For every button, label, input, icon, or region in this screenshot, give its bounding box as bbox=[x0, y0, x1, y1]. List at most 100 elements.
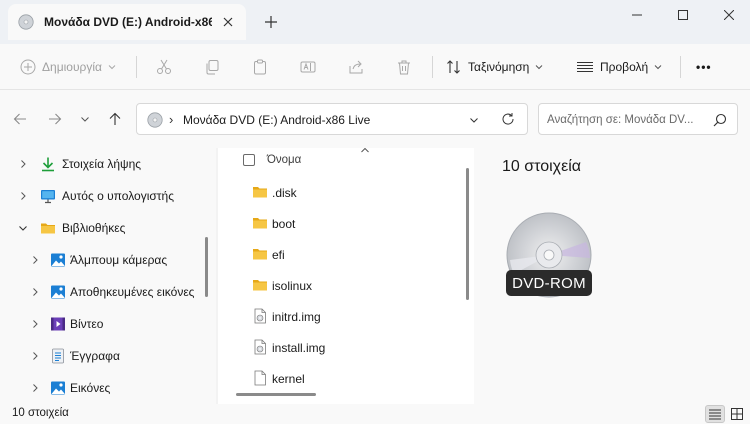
search-box[interactable] bbox=[538, 103, 738, 135]
divider bbox=[680, 56, 681, 78]
folder-icon bbox=[252, 246, 268, 262]
file-name: kernel bbox=[272, 372, 305, 386]
disc-image-file-icon bbox=[252, 308, 268, 324]
column-header-name[interactable]: Όνομα bbox=[218, 148, 474, 174]
minimize-icon[interactable] bbox=[614, 2, 660, 28]
file-row[interactable]: kernel bbox=[218, 363, 458, 394]
address-history-chevron-icon[interactable] bbox=[469, 115, 479, 125]
file-row[interactable]: .disk bbox=[218, 177, 458, 208]
file-name: .disk bbox=[272, 186, 297, 200]
folder-icon bbox=[252, 215, 268, 231]
clipboard-icon bbox=[252, 59, 268, 75]
search-icon[interactable] bbox=[713, 113, 727, 127]
pictures-icon bbox=[50, 284, 66, 300]
pictures-icon bbox=[50, 252, 66, 268]
sidebar-item-label: Αυτός ο υπολογιστής bbox=[62, 189, 174, 203]
file-row[interactable]: isolinux bbox=[218, 270, 458, 301]
title-bar: Μονάδα DVD (E:) Android-x86 Live bbox=[0, 0, 750, 44]
back-arrow-icon[interactable] bbox=[11, 110, 29, 128]
view-label: Προβολή bbox=[600, 60, 649, 74]
folder-icon bbox=[252, 184, 268, 200]
chevron-right-icon[interactable] bbox=[30, 287, 40, 297]
file-name: efi bbox=[272, 248, 285, 262]
divider bbox=[136, 56, 137, 78]
file-row[interactable]: boot bbox=[218, 208, 458, 239]
cut-button[interactable] bbox=[156, 54, 172, 80]
plus-circle-icon bbox=[20, 59, 36, 75]
chevron-down-icon[interactable] bbox=[18, 223, 28, 233]
more-label: ••• bbox=[696, 60, 712, 74]
new-button[interactable]: Δημιουργία bbox=[20, 54, 116, 80]
sidebar-item-saved-pictures[interactable]: Αποθηκευμένες εικόνες bbox=[0, 278, 206, 306]
delete-button[interactable] bbox=[396, 54, 412, 80]
tab-dvd-drive[interactable]: Μονάδα DVD (E:) Android-x86 Live bbox=[8, 4, 246, 40]
chevron-right-icon[interactable] bbox=[30, 319, 40, 329]
sidebar-item-label: Έγγραφα bbox=[70, 349, 120, 363]
sort-icon bbox=[446, 59, 462, 75]
dvd-drive-icon bbox=[18, 14, 34, 30]
refresh-icon[interactable] bbox=[501, 112, 515, 126]
new-tab-icon[interactable] bbox=[262, 13, 280, 31]
file-icon bbox=[252, 370, 268, 386]
chevron-right-icon[interactable] bbox=[18, 191, 28, 201]
sidebar-item-downloads[interactable]: Στοιχεία λήψης bbox=[0, 150, 206, 178]
column-name-label: Όνομα bbox=[267, 154, 302, 166]
file-row[interactable]: initrd.img bbox=[218, 301, 458, 332]
file-list: Όνομα .disk boot efi isolinux initrd.img bbox=[218, 148, 474, 404]
close-tab-icon[interactable] bbox=[220, 14, 236, 30]
sidebar-item-this-pc[interactable]: Αυτός ο υπολογιστής bbox=[0, 182, 206, 210]
close-window-icon[interactable] bbox=[706, 2, 750, 28]
sidebar-item-label: Αποθηκευμένες εικόνες bbox=[70, 285, 195, 299]
trash-icon bbox=[396, 59, 412, 75]
computer-icon bbox=[40, 188, 56, 204]
breadcrumb-current[interactable]: Μονάδα DVD (E:) Android-x86 Live bbox=[183, 113, 370, 127]
file-list-horizontal-scrollbar[interactable] bbox=[236, 393, 316, 396]
sidebar-item-label: Βιβλιοθήκες bbox=[62, 221, 126, 235]
disc-image-file-icon bbox=[252, 339, 268, 355]
file-row[interactable]: efi bbox=[218, 239, 458, 270]
sidebar-item-documents[interactable]: Έγγραφα bbox=[0, 342, 206, 370]
video-icon bbox=[50, 316, 66, 332]
drive-type-label: DVD-ROM bbox=[506, 270, 592, 296]
chevron-right-icon[interactable] bbox=[30, 351, 40, 361]
tiles-view-icon bbox=[731, 408, 743, 420]
download-icon bbox=[40, 156, 56, 172]
command-bar: Δημιουργία Ταξινόμηση Προβολή ••• bbox=[0, 44, 750, 90]
sidebar-item-pictures[interactable]: Εικόνες bbox=[0, 374, 206, 402]
sidebar-item-videos[interactable]: Βίντεο bbox=[0, 310, 206, 338]
chevron-right-icon[interactable] bbox=[30, 383, 40, 393]
up-arrow-icon[interactable] bbox=[106, 110, 124, 128]
copy-button[interactable] bbox=[204, 54, 220, 80]
rename-button[interactable] bbox=[300, 54, 316, 80]
more-options-button[interactable]: ••• bbox=[696, 54, 712, 80]
tiles-view-button[interactable] bbox=[727, 405, 747, 423]
chevron-down-icon bbox=[108, 63, 116, 71]
divider bbox=[432, 56, 433, 78]
file-list-vertical-scrollbar[interactable] bbox=[466, 168, 469, 300]
chevron-right-icon[interactable] bbox=[30, 255, 40, 265]
address-bar[interactable]: › Μονάδα DVD (E:) Android-x86 Live bbox=[136, 103, 528, 135]
file-row[interactable]: install.img bbox=[218, 332, 458, 363]
paste-button[interactable] bbox=[252, 54, 268, 80]
chevron-right-icon[interactable] bbox=[18, 159, 28, 169]
recent-locations-chevron-icon[interactable] bbox=[76, 110, 94, 128]
search-input[interactable] bbox=[547, 111, 707, 129]
status-item-count: 10 στοιχεία bbox=[12, 407, 69, 419]
tab-title: Μονάδα DVD (E:) Android-x86 Live bbox=[44, 15, 212, 29]
folder-icon bbox=[40, 220, 56, 236]
sidebar-scrollbar[interactable] bbox=[205, 237, 208, 297]
breadcrumb-separator[interactable]: › bbox=[169, 112, 173, 127]
navigation-pane: Στοιχεία λήψης Αυτός ο υπολογιστής Βιβλι… bbox=[0, 148, 216, 404]
share-button[interactable] bbox=[348, 54, 364, 80]
forward-arrow-icon[interactable] bbox=[46, 110, 64, 128]
view-button[interactable]: Προβολή bbox=[576, 54, 662, 80]
sidebar-item-camera-roll[interactable]: Άλμπουμ κάμερας bbox=[0, 246, 206, 274]
sidebar-item-libraries[interactable]: Βιβλιοθήκες bbox=[0, 214, 206, 242]
maximize-icon[interactable] bbox=[660, 2, 706, 28]
select-all-checkbox[interactable] bbox=[243, 154, 255, 166]
sidebar-item-label: Στοιχεία λήψης bbox=[62, 157, 142, 171]
details-view-icon bbox=[709, 409, 721, 420]
file-name: install.img bbox=[272, 341, 326, 355]
details-view-button[interactable] bbox=[705, 405, 725, 423]
sort-button[interactable]: Ταξινόμηση bbox=[446, 54, 543, 80]
